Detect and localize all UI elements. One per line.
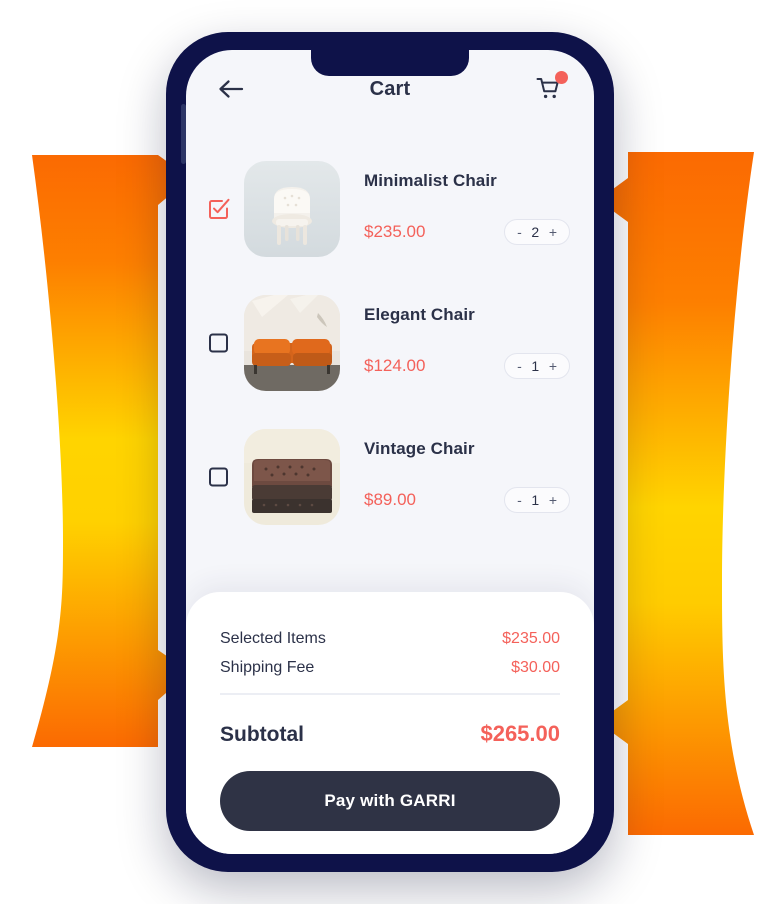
product-thumbnail[interactable] [244, 295, 340, 391]
quantity-decrement-button[interactable]: - [517, 493, 522, 507]
summary-value: $235.00 [502, 630, 560, 647]
quantity-value: 1 [531, 358, 540, 374]
summary-row-subtotal: Subtotal $265.00 [220, 721, 560, 747]
checkbox-unchecked-icon [209, 467, 228, 487]
quantity-value: 2 [531, 224, 540, 240]
summary-divider [220, 693, 560, 695]
item-price: $124.00 [364, 356, 426, 375]
quantity-stepper[interactable]: - 2 + [504, 219, 570, 245]
right-ribbon-shape [598, 152, 754, 835]
summary-label: Shipping Fee [220, 659, 315, 676]
item-details: Elegant Chair $124.00 - 1 + [364, 295, 570, 391]
cart-badge [555, 71, 568, 84]
quantity-decrement-button[interactable]: - [517, 225, 522, 239]
quantity-value: 1 [531, 492, 540, 508]
summary-label: Selected Items [220, 630, 326, 647]
phone-side-button[interactable] [181, 104, 186, 164]
item-details: Vintage Chair $89.00 - 1 + [364, 429, 570, 525]
item-name: Minimalist Chair [364, 171, 497, 190]
summary-row-selected-items: Selected Items $235.00 [220, 630, 560, 648]
subtotal-value: $265.00 [480, 720, 560, 746]
item-checkbox-checked[interactable] [208, 198, 230, 220]
subtotal-label: Subtotal [220, 722, 304, 746]
phone-screen: Cart Minimalist Chair $235.00 - 2 + Eleg… [186, 50, 594, 854]
cart-item-list: Minimalist Chair $235.00 - 2 + Elegant C… [186, 128, 594, 544]
summary-row-shipping-fee: Shipping Fee $30.00 [220, 659, 560, 677]
item-price-row: $124.00 - 1 + [364, 353, 570, 379]
page-title: Cart [369, 77, 411, 100]
item-name: Elegant Chair [364, 305, 475, 324]
quantity-stepper[interactable]: - 1 + [504, 353, 570, 379]
quantity-increment-button[interactable]: + [549, 493, 557, 507]
brown-chesterfield-sofa-image [244, 429, 340, 525]
item-details: Minimalist Chair $235.00 - 2 + [364, 161, 570, 257]
list-item[interactable]: Minimalist Chair $235.00 - 2 + [186, 142, 594, 276]
item-checkbox-unchecked[interactable] [208, 332, 230, 354]
list-item[interactable]: Elegant Chair $124.00 - 1 + [186, 276, 594, 410]
checkbox-checked-icon [209, 198, 230, 219]
product-thumbnail[interactable] [244, 161, 340, 257]
arrow-left-icon [219, 80, 244, 98]
cart-button[interactable] [532, 71, 568, 106]
item-price: $89.00 [364, 490, 416, 509]
quantity-stepper[interactable]: - 1 + [504, 487, 570, 513]
list-item[interactable]: Vintage Chair $89.00 - 1 + [186, 410, 594, 544]
item-checkbox-unchecked[interactable] [208, 466, 230, 488]
item-price-row: $235.00 - 2 + [364, 219, 570, 245]
item-price-row: $89.00 - 1 + [364, 487, 570, 513]
quantity-increment-button[interactable]: + [549, 359, 557, 373]
orange-leather-sofa-image [244, 295, 340, 391]
back-button[interactable] [214, 72, 248, 106]
pay-button[interactable]: Pay with GARRI [220, 770, 560, 831]
phone-notch [311, 50, 469, 76]
item-price: $235.00 [364, 222, 426, 241]
item-name: Vintage Chair [364, 439, 475, 458]
checkbox-unchecked-icon [209, 333, 228, 353]
product-thumbnail[interactable] [244, 429, 340, 525]
quantity-increment-button[interactable]: + [549, 225, 557, 239]
white-tufted-armchair-image [244, 161, 340, 257]
quantity-decrement-button[interactable]: - [517, 359, 522, 373]
order-summary-card: Selected Items $235.00 Shipping Fee $30.… [186, 592, 594, 854]
summary-value: $30.00 [511, 659, 560, 676]
